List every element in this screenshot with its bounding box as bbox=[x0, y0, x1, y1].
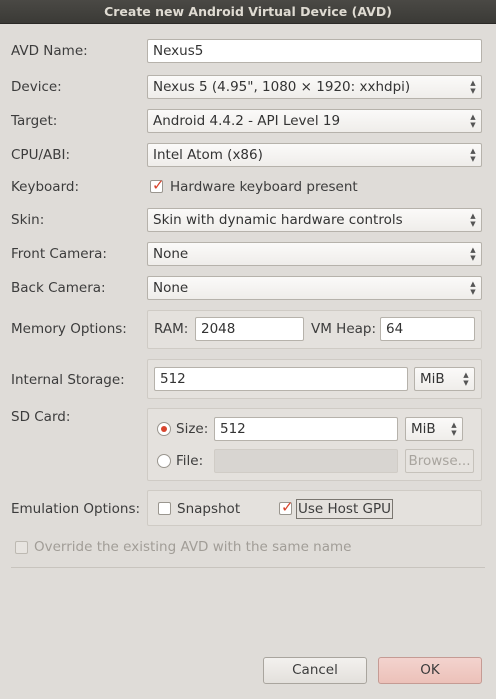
back-camera-label: Back Camera: bbox=[11, 280, 106, 296]
radio-selected-icon bbox=[161, 426, 167, 432]
internal-storage-unit-value: MiB bbox=[420, 371, 445, 387]
spinner-arrows-icon: ▲ ▼ bbox=[470, 246, 476, 262]
host-gpu-checkbox[interactable]: ✓ bbox=[279, 498, 294, 516]
ok-button[interactable]: OK bbox=[378, 657, 482, 684]
skin-select[interactable]: Skin with dynamic hardware controls ▲ ▼ bbox=[147, 208, 482, 232]
sd-size-unit-select[interactable]: MiB ▲ ▼ bbox=[405, 417, 463, 441]
ram-label: RAM: bbox=[154, 321, 189, 337]
sd-size-unit-value: MiB bbox=[411, 421, 436, 437]
snapshot-label[interactable]: Snapshot bbox=[177, 500, 240, 518]
sd-file-label[interactable]: File: bbox=[176, 452, 203, 470]
device-label: Device: bbox=[11, 79, 62, 95]
internal-storage-input[interactable]: 512 bbox=[154, 367, 408, 391]
sd-size-label[interactable]: Size: bbox=[176, 420, 208, 438]
ram-input[interactable]: 2048 bbox=[195, 317, 304, 341]
front-camera-value: None bbox=[153, 246, 189, 262]
spinner-arrows-icon: ▲ ▼ bbox=[470, 79, 476, 95]
spinner-arrows-icon: ▲ ▼ bbox=[470, 113, 476, 129]
internal-storage-label: Internal Storage: bbox=[11, 372, 125, 388]
vm-heap-input[interactable]: 64 bbox=[380, 317, 475, 341]
cancel-button[interactable]: Cancel bbox=[263, 657, 367, 684]
target-select[interactable]: Android 4.4.2 - API Level 19 ▲ ▼ bbox=[147, 109, 482, 133]
cpu-abi-select[interactable]: Intel Atom (x86) ▲ ▼ bbox=[147, 143, 482, 167]
sd-file-radio[interactable] bbox=[157, 454, 171, 468]
emulation-options-label: Emulation Options: bbox=[11, 501, 141, 517]
hardware-keyboard-checkbox[interactable]: ✓ bbox=[150, 176, 165, 194]
override-label[interactable]: Override the existing AVD with the same … bbox=[34, 538, 351, 556]
keyboard-label: Keyboard: bbox=[11, 179, 80, 195]
hardware-keyboard-label[interactable]: Hardware keyboard present bbox=[170, 178, 358, 196]
snapshot-checkbox[interactable] bbox=[158, 502, 171, 515]
memory-options-label: Memory Options: bbox=[11, 321, 127, 337]
avd-name-label: AVD Name: bbox=[11, 43, 88, 59]
spinner-arrows-icon: ▲ ▼ bbox=[463, 371, 469, 387]
device-select[interactable]: Nexus 5 (4.95", 1080 × 1920: xxhdpi) ▲ ▼ bbox=[147, 75, 482, 99]
spinner-arrows-icon: ▲ ▼ bbox=[470, 212, 476, 228]
vm-heap-label: VM Heap: bbox=[311, 321, 377, 337]
spinner-arrows-icon: ▲ ▼ bbox=[470, 280, 476, 296]
sd-size-input[interactable]: 512 bbox=[214, 417, 398, 441]
separator bbox=[11, 567, 485, 568]
cpu-abi-value: Intel Atom (x86) bbox=[153, 147, 263, 163]
sd-size-radio[interactable] bbox=[157, 422, 171, 436]
sd-card-label: SD Card: bbox=[11, 409, 71, 425]
checkmark-icon: ✓ bbox=[152, 176, 165, 194]
front-camera-select[interactable]: None ▲ ▼ bbox=[147, 242, 482, 266]
skin-label: Skin: bbox=[11, 212, 45, 228]
browse-button[interactable]: Browse... bbox=[405, 449, 474, 473]
cpu-abi-label: CPU/ABI: bbox=[11, 147, 71, 163]
back-camera-select[interactable]: None ▲ ▼ bbox=[147, 276, 482, 300]
device-value: Nexus 5 (4.95", 1080 × 1920: xxhdpi) bbox=[153, 79, 411, 95]
internal-storage-unit-select[interactable]: MiB ▲ ▼ bbox=[414, 367, 475, 391]
spinner-arrows-icon: ▲ ▼ bbox=[470, 147, 476, 163]
override-checkbox[interactable] bbox=[15, 541, 28, 554]
target-label: Target: bbox=[11, 113, 58, 129]
target-value: Android 4.4.2 - API Level 19 bbox=[153, 113, 341, 129]
sd-file-input[interactable] bbox=[214, 449, 398, 473]
avd-name-input[interactable]: Nexus5 bbox=[147, 39, 482, 63]
front-camera-label: Front Camera: bbox=[11, 246, 107, 262]
checkmark-icon: ✓ bbox=[281, 498, 294, 516]
back-camera-value: None bbox=[153, 280, 189, 296]
window-title: Create new Android Virtual Device (AVD) bbox=[0, 0, 496, 24]
spinner-arrows-icon: ▲ ▼ bbox=[451, 421, 457, 437]
skin-value: Skin with dynamic hardware controls bbox=[153, 212, 403, 228]
host-gpu-label[interactable]: Use Host GPU bbox=[296, 499, 394, 519]
